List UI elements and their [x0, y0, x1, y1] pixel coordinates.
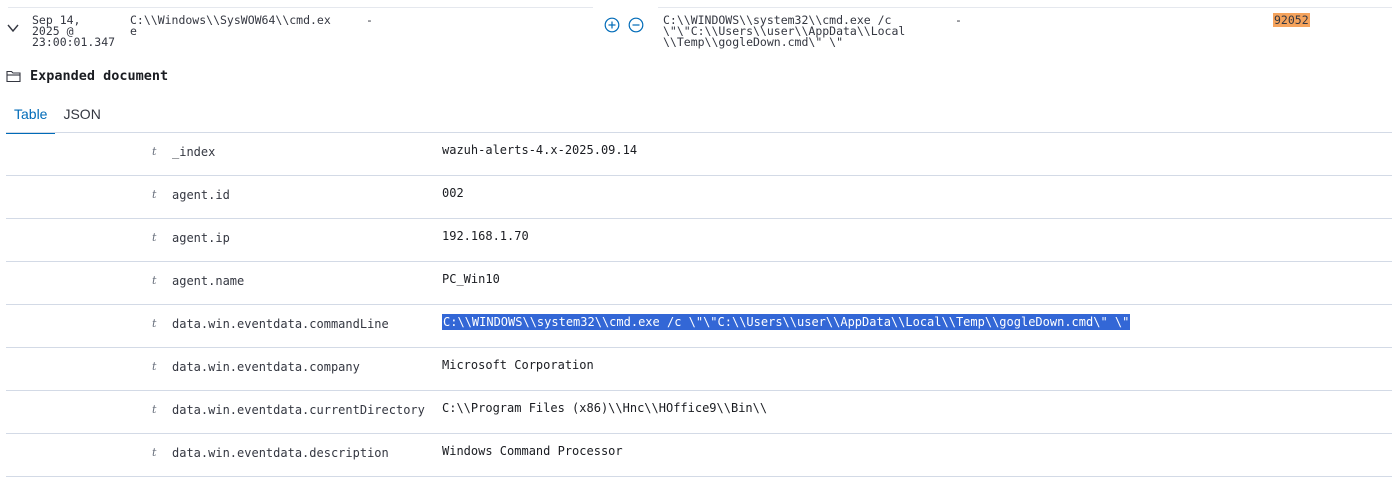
field-value: 002: [442, 186, 464, 200]
field-value: 192.168.1.70: [442, 229, 529, 243]
field-value: Windows Command Processor: [442, 444, 623, 458]
rule-id-highlight: 92052: [1273, 13, 1310, 27]
summary-rule-id: 92052: [1273, 13, 1310, 27]
field-name: data.win.eventdata.commandLine: [172, 317, 389, 331]
field-name: data.win.eventdata.description: [172, 446, 389, 460]
table-row: t agent.id 002: [6, 176, 1392, 219]
summary-command-line: C:\\WINDOWS\\system32\\cmd.exe /c \"\"C:…: [663, 13, 906, 49]
field-type-icon: t: [152, 231, 157, 244]
table-row: t _index wazuh-alerts-4.x-2025.09.14: [6, 133, 1392, 176]
field-name: _index: [172, 145, 216, 159]
table-row: t data.win.eventdata.company Microsoft C…: [6, 348, 1392, 391]
table-row: t data.win.eventdata.description Windows…: [6, 434, 1392, 477]
field-value-selected[interactable]: C:\\WINDOWS\\system32\\cmd.exe /c \"\"C:…: [442, 314, 1131, 330]
field-name: data.win.eventdata.company: [172, 360, 360, 374]
summary-dash: -: [955, 13, 962, 27]
tab-table[interactable]: Table: [6, 98, 56, 134]
field-value: PC_Win10: [442, 272, 500, 286]
field-type-icon: t: [152, 274, 157, 287]
table-row: t data.win.eventdata.currentDirectory C:…: [6, 391, 1392, 434]
summary-dash: -: [366, 13, 373, 27]
field-value: wazuh-alerts-4.x-2025.09.14: [442, 143, 638, 157]
field-type-icon: t: [152, 188, 157, 201]
expanded-document-header: Expanded document: [6, 66, 168, 86]
document-tabs: Table JSON: [6, 98, 109, 134]
document-summary-row: Sep 14, 2025 @ 23:00:01.347 C:\\Windows\…: [0, 0, 1392, 58]
field-type-icon: t: [152, 446, 157, 459]
tab-json[interactable]: JSON: [55, 98, 108, 132]
minus-circle-icon[interactable]: [628, 17, 644, 33]
field-type-icon: t: [152, 317, 157, 330]
chevron-down-icon[interactable]: [6, 22, 20, 34]
plus-circle-icon[interactable]: [604, 17, 620, 33]
field-type-icon: t: [152, 360, 157, 373]
table-row: t data.win.eventdata.commandLine C:\\WIN…: [6, 305, 1392, 348]
document-field-table: t _index wazuh-alerts-4.x-2025.09.14 t a…: [6, 133, 1392, 477]
field-name: agent.id: [172, 188, 230, 202]
field-name: agent.ip: [172, 231, 230, 245]
table-row: t agent.ip 192.168.1.70: [6, 219, 1392, 262]
field-type-icon: t: [152, 403, 157, 416]
row-divider: [8, 7, 593, 8]
field-value: Microsoft Corporation: [442, 358, 594, 372]
table-row: t agent.name PC_Win10: [6, 262, 1392, 305]
row-divider: [658, 7, 1392, 8]
folder-open-icon: [6, 70, 21, 83]
field-name: data.win.eventdata.currentDirectory: [172, 403, 425, 417]
summary-timestamp: Sep 14, 2025 @ 23:00:01.347: [32, 13, 116, 49]
expanded-document-title: Expanded document: [30, 68, 169, 84]
summary-image: C:\\Windows\\SysWOW64\\cmd.ex e: [130, 13, 331, 38]
text-selection: C:\\WINDOWS\\system32\\cmd.exe /c \"\"C:…: [442, 314, 1131, 330]
field-type-icon: t: [152, 145, 157, 158]
field-value: C:\\Program Files (x86)\\Hnc\\HOffice9\\…: [442, 401, 768, 415]
field-name: agent.name: [172, 274, 245, 288]
